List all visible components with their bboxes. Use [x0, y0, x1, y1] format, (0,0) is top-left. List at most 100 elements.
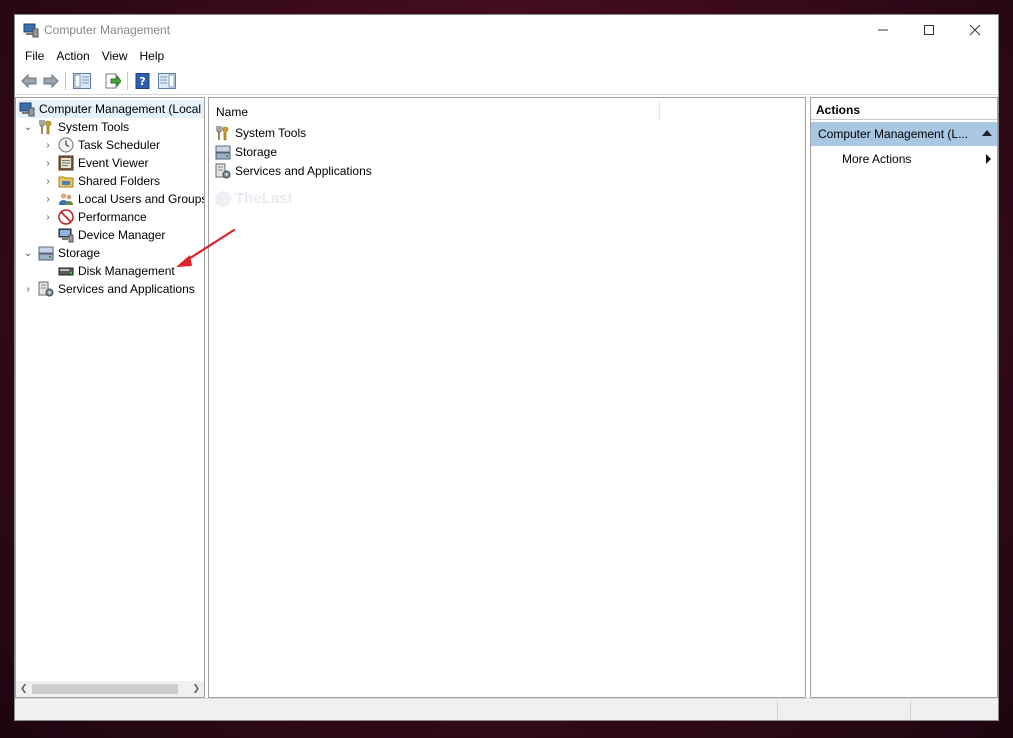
- action-pane-icon: [158, 73, 176, 89]
- title-bar: Computer Management: [15, 15, 998, 45]
- tree-item-services-and-applications[interactable]: › Services and Applications: [22, 280, 195, 298]
- window-title: Computer Management: [44, 23, 171, 37]
- back-arrow-icon: [21, 74, 37, 88]
- scrollbar-thumb[interactable]: [32, 684, 178, 694]
- actions-pane: Actions Computer Management (L... More A…: [810, 97, 998, 698]
- results-pane: Name System Tools Storage Services and A…: [208, 97, 806, 698]
- status-bar: [15, 698, 998, 720]
- tree-item-label: Storage: [58, 246, 101, 260]
- tree-item-label: Local Users and Groups: [78, 192, 205, 206]
- list-item-label: Services and Applications: [235, 164, 372, 178]
- tree-item-label: Shared Folders: [78, 174, 161, 188]
- actions-group-label: Computer Management (L...: [818, 127, 969, 141]
- actions-group-computer-management[interactable]: Computer Management (L...: [811, 122, 997, 146]
- tools-icon: [39, 120, 52, 135]
- forward-button[interactable]: [41, 71, 61, 91]
- chevron-right-icon[interactable]: ›: [42, 194, 54, 205]
- computer-management-icon: [19, 102, 35, 117]
- event-viewer-icon: [58, 155, 74, 171]
- export-list-icon: [105, 73, 121, 89]
- chevron-right-icon[interactable]: ›: [42, 212, 54, 223]
- close-icon: [969, 24, 981, 36]
- forward-arrow-icon: [43, 74, 59, 88]
- maximize-button[interactable]: [906, 15, 952, 45]
- chevron-down-icon[interactable]: ⌄: [22, 122, 34, 133]
- storage-icon: [38, 246, 54, 261]
- menu-bar: File Action View Help: [15, 45, 998, 67]
- list-item-services-and-applications[interactable]: Services and Applications: [215, 162, 372, 180]
- watermark-logo-icon: [215, 190, 231, 207]
- tree-root-computer-management[interactable]: Computer Management (Local: [17, 100, 204, 118]
- help-button[interactable]: ?: [133, 71, 153, 91]
- tree-item-shared-folders[interactable]: › Shared Folders: [42, 172, 160, 190]
- toolbar: ?: [15, 67, 998, 95]
- collapse-up-icon[interactable]: [982, 130, 992, 136]
- svg-text:?: ?: [139, 75, 145, 88]
- help-icon: ?: [135, 73, 150, 89]
- submenu-arrow-icon[interactable]: [986, 154, 991, 164]
- chevron-right-icon[interactable]: ›: [42, 140, 54, 151]
- computer-management-window: Computer Management File Action View Hel…: [14, 14, 999, 721]
- chevron-down-icon[interactable]: ⌄: [22, 248, 34, 259]
- clock-icon: [58, 137, 74, 153]
- performance-icon: [58, 209, 74, 225]
- status-cell-divider: [910, 701, 911, 719]
- export-list-button[interactable]: [103, 71, 123, 91]
- list-item-storage[interactable]: Storage: [215, 143, 277, 161]
- tree-item-device-manager[interactable]: Device Manager: [42, 226, 165, 244]
- list-item-label: Storage: [235, 145, 278, 159]
- toolbar-separator: [127, 72, 128, 90]
- back-button[interactable]: [19, 71, 39, 91]
- menu-action[interactable]: Action: [50, 45, 95, 67]
- column-header-row: Name: [209, 98, 805, 122]
- tree-horizontal-scrollbar[interactable]: ❮ ❯: [16, 681, 204, 697]
- tree-item-storage[interactable]: ⌄ Storage: [22, 244, 100, 262]
- minimize-icon: [878, 29, 888, 31]
- tree-root-label: Computer Management (Local: [39, 102, 202, 116]
- list-item-label: System Tools: [235, 126, 307, 140]
- shared-folder-icon: [58, 176, 74, 188]
- services-icon: [38, 281, 54, 297]
- tools-icon: [216, 126, 229, 141]
- tree-item-task-scheduler[interactable]: › Task Scheduler: [42, 136, 160, 154]
- users-icon: [59, 193, 73, 205]
- more-actions-item[interactable]: More Actions: [842, 152, 911, 166]
- watermark: TheLast: [215, 190, 293, 207]
- chevron-right-icon[interactable]: ›: [42, 158, 54, 169]
- annotation-arrow-icon: [176, 228, 236, 267]
- show-hide-console-tree-button[interactable]: [72, 71, 92, 91]
- status-cell-divider: [777, 701, 778, 719]
- tree-item-local-users-and-groups[interactable]: › Local Users and Groups: [42, 190, 205, 208]
- console-tree-icon: [73, 73, 91, 89]
- tree-item-label: Task Scheduler: [78, 138, 161, 152]
- scroll-right-icon[interactable]: ❯: [192, 683, 200, 694]
- column-divider[interactable]: [659, 100, 660, 120]
- device-manager-icon: [58, 228, 74, 243]
- tree-item-disk-management[interactable]: Disk Management: [42, 262, 175, 280]
- tree-item-label: Performance: [78, 210, 147, 224]
- actions-header: Actions: [811, 98, 997, 120]
- tree-item-system-tools[interactable]: ⌄ System Tools: [22, 118, 129, 136]
- menu-file[interactable]: File: [19, 45, 50, 67]
- menu-view[interactable]: View: [96, 45, 134, 67]
- console-tree-pane: Computer Management (Local ⌄ System Tool…: [15, 97, 205, 698]
- chevron-right-icon[interactable]: ›: [42, 176, 54, 187]
- tree-item-label: System Tools: [58, 120, 130, 134]
- minimize-button[interactable]: [860, 15, 906, 45]
- list-item-system-tools[interactable]: System Tools: [215, 124, 306, 142]
- computer-management-app-icon: [23, 23, 39, 38]
- disk-icon: [58, 267, 74, 276]
- storage-icon: [215, 145, 231, 160]
- tree-item-label: Device Manager: [78, 228, 166, 242]
- scroll-left-icon[interactable]: ❮: [20, 683, 28, 694]
- column-header-name[interactable]: Name: [216, 105, 248, 119]
- toolbar-separator: [65, 72, 66, 90]
- show-hide-action-pane-button[interactable]: [157, 71, 177, 91]
- close-button[interactable]: [952, 15, 998, 45]
- chevron-right-icon[interactable]: ›: [22, 284, 34, 295]
- tree-item-performance[interactable]: › Performance: [42, 208, 147, 226]
- services-icon: [215, 163, 231, 179]
- tree-item-label: Event Viewer: [78, 156, 149, 170]
- menu-help[interactable]: Help: [134, 45, 171, 67]
- tree-item-event-viewer[interactable]: › Event Viewer: [42, 154, 148, 172]
